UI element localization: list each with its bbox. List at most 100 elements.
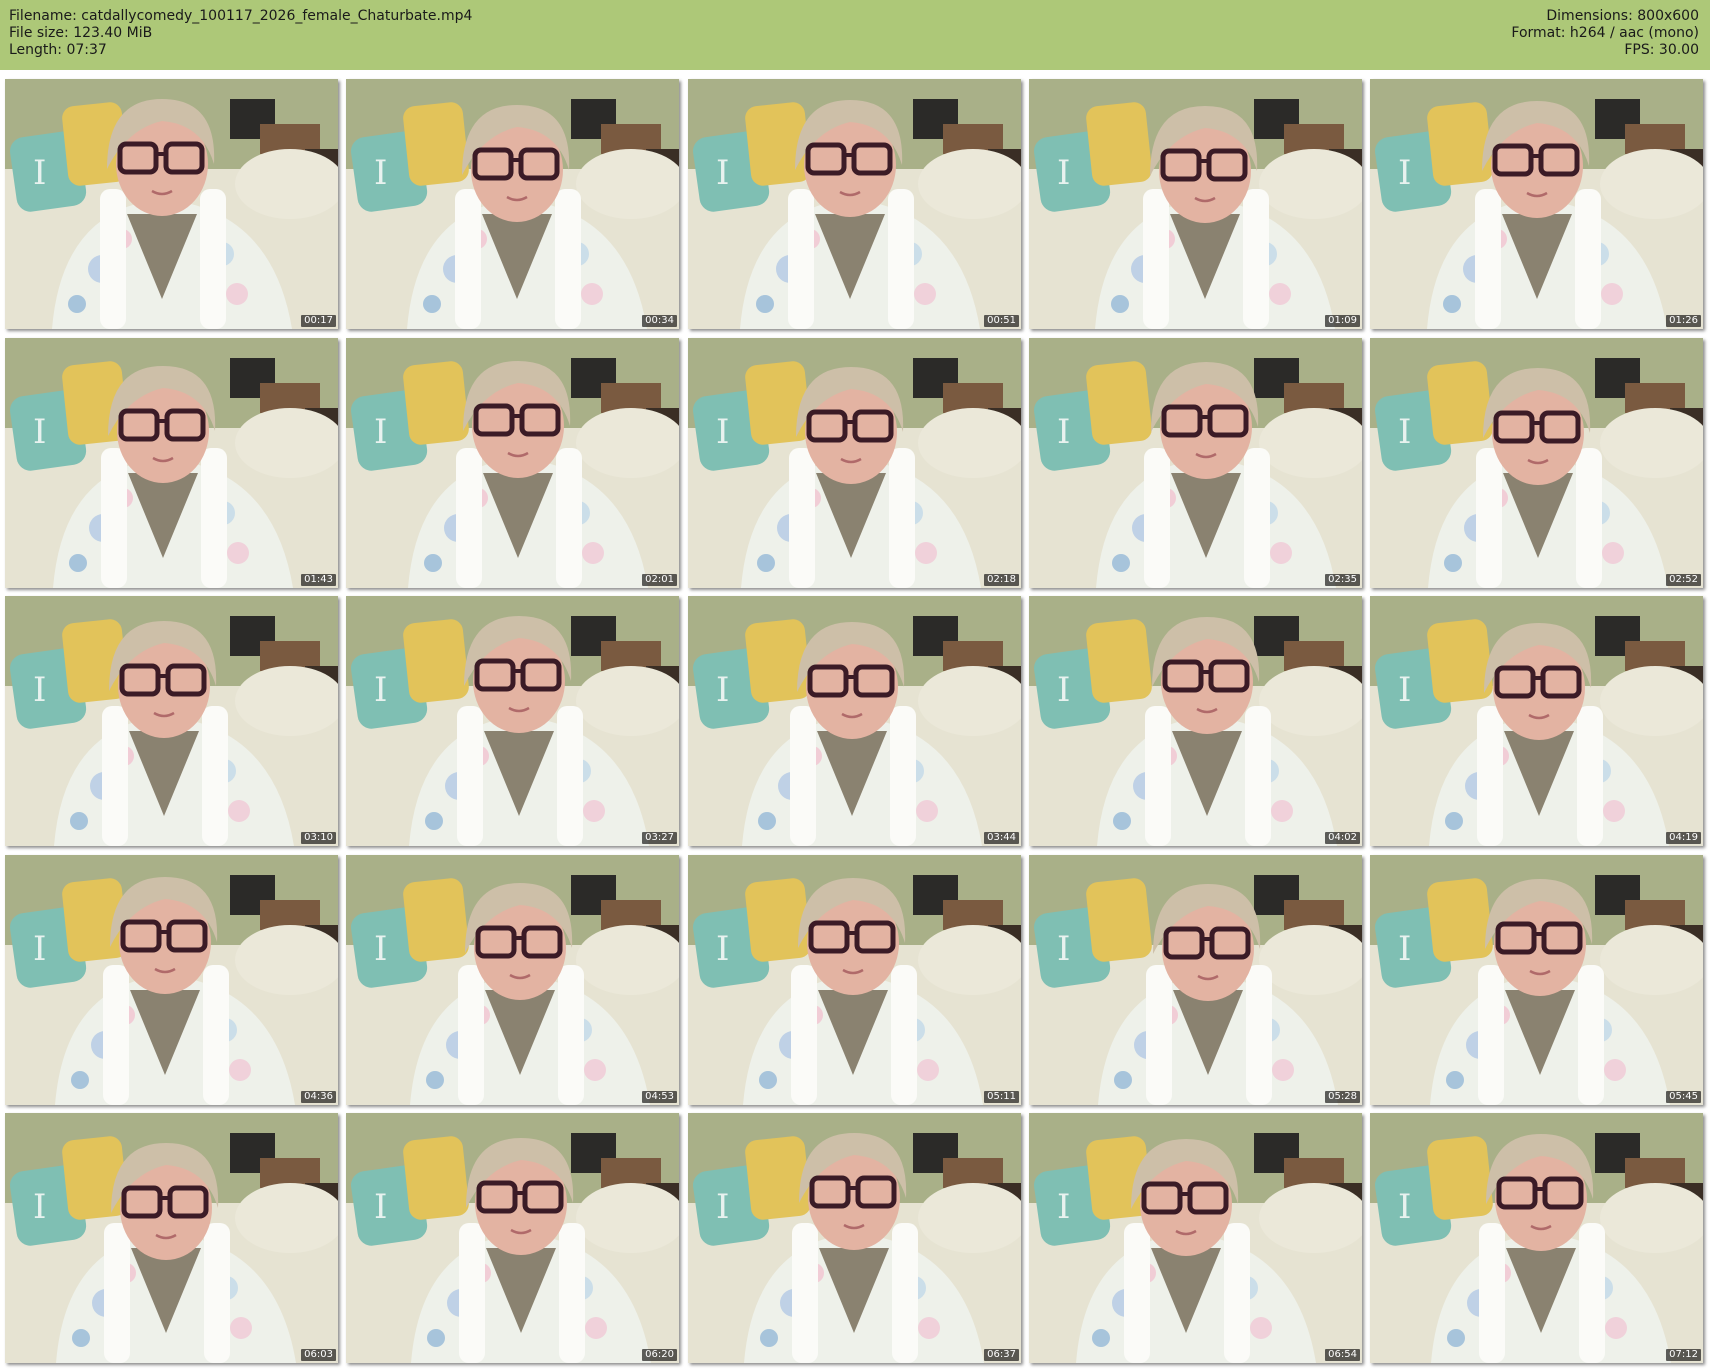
info-right: Dimensions: 800x600 Format: h264 / aac (… [1511,8,1699,59]
svg-text:I: I [1057,153,1070,193]
video-thumbnail[interactable]: I 03:10 [5,596,338,846]
video-frame-image: I [5,1113,338,1363]
video-thumbnail[interactable]: I 02:52 [1370,338,1703,588]
svg-text:I: I [374,153,387,193]
video-frame-image: I [346,79,679,329]
svg-text:I: I [374,412,387,452]
video-frame-image: I [1370,855,1703,1105]
video-frame-image: I [688,855,1021,1105]
video-thumbnail[interactable]: I 06:03 [5,1113,338,1363]
video-frame-image: I [1370,1113,1703,1363]
svg-text:I: I [374,670,387,710]
video-frame-image: I [1029,1113,1362,1363]
svg-text:I: I [374,929,387,969]
video-thumbnail[interactable]: I 00:34 [346,79,679,329]
video-frame-image: I [1029,596,1362,846]
svg-text:I: I [1398,153,1411,193]
timestamp-label: 01:09 [1325,315,1360,327]
video-thumbnail[interactable]: I 03:27 [346,596,679,846]
timestamp-label: 03:27 [642,832,677,844]
timestamp-label: 04:36 [301,1091,336,1103]
video-frame-image: I [346,596,679,846]
video-thumbnail[interactable]: I 00:17 [5,79,338,329]
timestamp-label: 06:03 [301,1349,336,1361]
video-thumbnail[interactable]: I 04:19 [1370,596,1703,846]
svg-text:I: I [1398,929,1411,969]
svg-text:I: I [374,1187,387,1227]
svg-text:I: I [33,1187,46,1227]
timestamp-label: 03:10 [301,832,336,844]
video-thumbnail[interactable]: I 00:51 [688,79,1021,329]
video-frame-image: I [1029,338,1362,588]
video-thumbnail[interactable]: I 02:18 [688,338,1021,588]
timestamp-label: 06:54 [1325,1349,1360,1361]
timestamp-label: 05:11 [984,1091,1019,1103]
svg-text:I: I [33,670,46,710]
video-thumbnail[interactable]: I 01:09 [1029,79,1362,329]
video-thumbnail[interactable]: I 06:20 [346,1113,679,1363]
dimensions-text: Dimensions: 800x600 [1546,8,1699,24]
svg-text:I: I [1398,1187,1411,1227]
svg-text:I: I [716,153,729,193]
video-thumbnail[interactable]: I 04:53 [346,855,679,1105]
video-thumbnail[interactable]: I 07:12 [1370,1113,1703,1363]
video-frame-image: I [1370,338,1703,588]
video-frame-image: I [346,855,679,1105]
video-frame-image: I [5,596,338,846]
video-frame-image: I [688,1113,1021,1363]
thumbnail-grid: I 00:17 I 00:34 I 00:51 I 01:09 I 01:26 I 01:43 I 02:… [5,79,1707,1367]
video-thumbnail[interactable]: I 05:45 [1370,855,1703,1105]
svg-text:I: I [1057,1187,1070,1227]
video-frame-image: I [346,338,679,588]
svg-text:I: I [716,929,729,969]
filesize-text: File size: 123.40 MiB [9,25,153,41]
video-thumbnail[interactable]: I 01:26 [1370,79,1703,329]
timestamp-label: 04:19 [1666,832,1701,844]
timestamp-label: 02:52 [1666,574,1701,586]
fps-text: FPS: 30.00 [1624,42,1699,58]
timestamp-label: 01:26 [1666,315,1701,327]
video-thumbnail[interactable]: I 04:36 [5,855,338,1105]
timestamp-label: 06:20 [642,1349,677,1361]
video-frame-image: I [5,79,338,329]
video-frame-image: I [1029,79,1362,329]
video-thumbnail[interactable]: I 05:28 [1029,855,1362,1105]
timestamp-label: 02:35 [1325,574,1360,586]
video-frame-image: I [688,338,1021,588]
svg-text:I: I [1057,929,1070,969]
filename-text: Filename: catdallycomedy_100117_2026_fem… [9,8,473,24]
video-thumbnail[interactable]: I 01:43 [5,338,338,588]
video-frame-image: I [688,596,1021,846]
video-frame-image: I [1370,79,1703,329]
timestamp-label: 04:02 [1325,832,1360,844]
video-frame-image: I [346,1113,679,1363]
timestamp-label: 03:44 [984,832,1019,844]
svg-text:I: I [716,412,729,452]
timestamp-label: 04:53 [642,1091,677,1103]
video-thumbnail[interactable]: I 04:02 [1029,596,1362,846]
svg-text:I: I [33,929,46,969]
timestamp-label: 02:01 [642,574,677,586]
timestamp-label: 06:37 [984,1349,1019,1361]
video-thumbnail[interactable]: I 06:37 [688,1113,1021,1363]
svg-text:I: I [716,670,729,710]
video-frame-image: I [5,338,338,588]
timestamp-label: 05:28 [1325,1091,1360,1103]
timestamp-label: 00:51 [984,315,1019,327]
svg-text:I: I [1057,670,1070,710]
timestamp-label: 00:17 [301,315,336,327]
video-frame-image: I [1029,855,1362,1105]
video-thumbnail[interactable]: I 06:54 [1029,1113,1362,1363]
info-left: Filename: catdallycomedy_100117_2026_fem… [9,8,472,59]
video-thumbnail[interactable]: I 02:35 [1029,338,1362,588]
info-header: Filename: catdallycomedy_100117_2026_fem… [0,0,1710,70]
video-thumbnail[interactable]: I 02:01 [346,338,679,588]
timestamp-label: 05:45 [1666,1091,1701,1103]
video-thumbnail[interactable]: I 03:44 [688,596,1021,846]
svg-text:I: I [1398,412,1411,452]
format-text: Format: h264 / aac (mono) [1511,25,1699,41]
video-frame-image: I [688,79,1021,329]
video-thumbnail[interactable]: I 05:11 [688,855,1021,1105]
timestamp-label: 00:34 [642,315,677,327]
svg-text:I: I [1398,670,1411,710]
